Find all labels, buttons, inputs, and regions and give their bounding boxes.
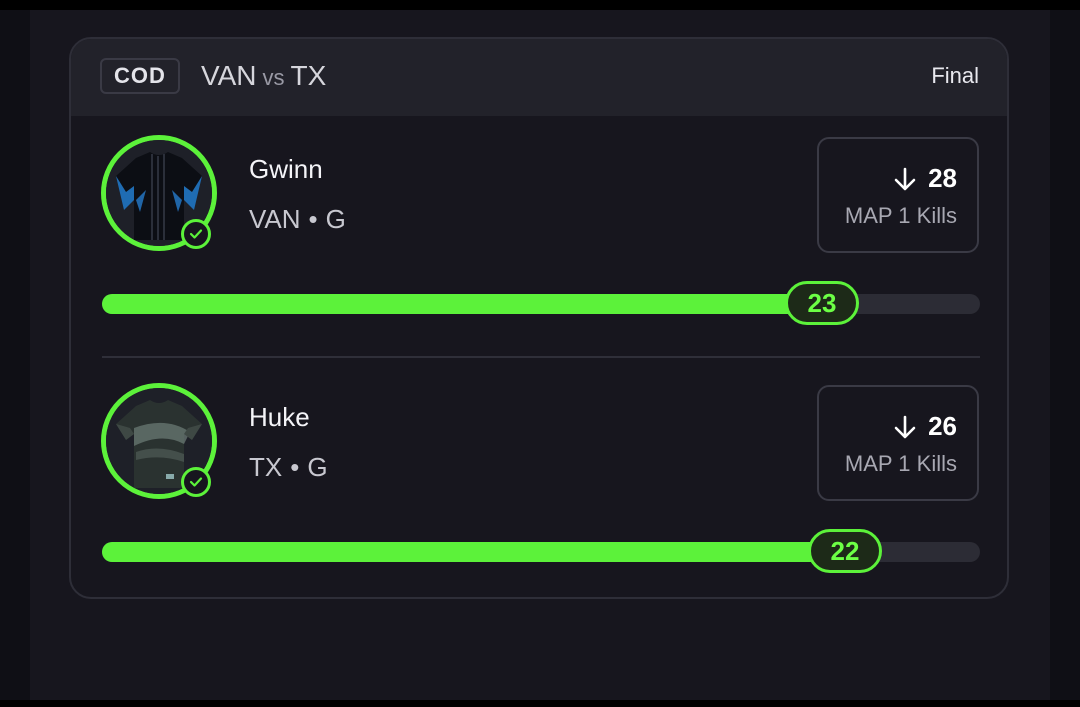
- stat-line-value: 28: [928, 163, 957, 193]
- away-team: TX: [290, 60, 327, 91]
- separator-dot: •: [308, 204, 318, 234]
- player-team-position: VAN • G: [249, 204, 346, 235]
- stat-line-value: 26: [928, 411, 957, 441]
- stat-line-box[interactable]: 26 MAP 1 Kills: [817, 385, 979, 501]
- progress-fill: [102, 542, 845, 562]
- left-edge: [0, 10, 30, 700]
- player-team-position: TX • G: [249, 452, 328, 483]
- progress-value: 22: [808, 529, 882, 573]
- progress-bar: 23: [102, 281, 980, 325]
- stat-line-box[interactable]: 28 MAP 1 Kills: [817, 137, 979, 253]
- player-position: G: [307, 452, 328, 482]
- player-name[interactable]: Huke: [249, 402, 310, 433]
- right-edge: [1050, 10, 1080, 700]
- verified-check-icon: [181, 467, 211, 497]
- stat-line: 26: [892, 411, 957, 442]
- verified-check-icon: [181, 219, 211, 249]
- progress-value: 23: [785, 281, 859, 325]
- match-card[interactable]: COD VAN vs TX Final Gwinn VAN • G 28 MAP…: [69, 37, 1009, 599]
- game-badge: COD: [100, 58, 180, 94]
- player-team: TX: [249, 452, 283, 482]
- vs-label: vs: [262, 65, 285, 90]
- player-position: G: [325, 204, 346, 234]
- match-title: VAN vs TX: [201, 60, 326, 92]
- divider: [102, 356, 980, 358]
- progress-bar: 22: [102, 529, 980, 573]
- match-header: COD VAN vs TX Final: [71, 39, 1007, 116]
- stat-label: MAP 1 Kills: [844, 203, 957, 228]
- separator-dot: •: [290, 452, 300, 482]
- bottom-edge: [0, 700, 1080, 707]
- player-team: VAN: [249, 204, 301, 234]
- arrow-down-icon: [894, 415, 916, 438]
- stat-line: 28: [892, 163, 957, 194]
- match-status: Final: [931, 63, 979, 88]
- progress-fill: [102, 294, 822, 314]
- stat-label: MAP 1 Kills: [844, 451, 957, 476]
- home-team: VAN: [201, 60, 257, 91]
- arrow-down-icon: [894, 167, 916, 190]
- player-row[interactable]: Gwinn VAN • G 28 MAP 1 Kills 23: [71, 117, 1007, 347]
- top-edge: [0, 0, 1080, 10]
- player-row[interactable]: Huke TX • G 26 MAP 1 Kills 22: [71, 365, 1007, 595]
- player-name[interactable]: Gwinn: [249, 154, 323, 185]
